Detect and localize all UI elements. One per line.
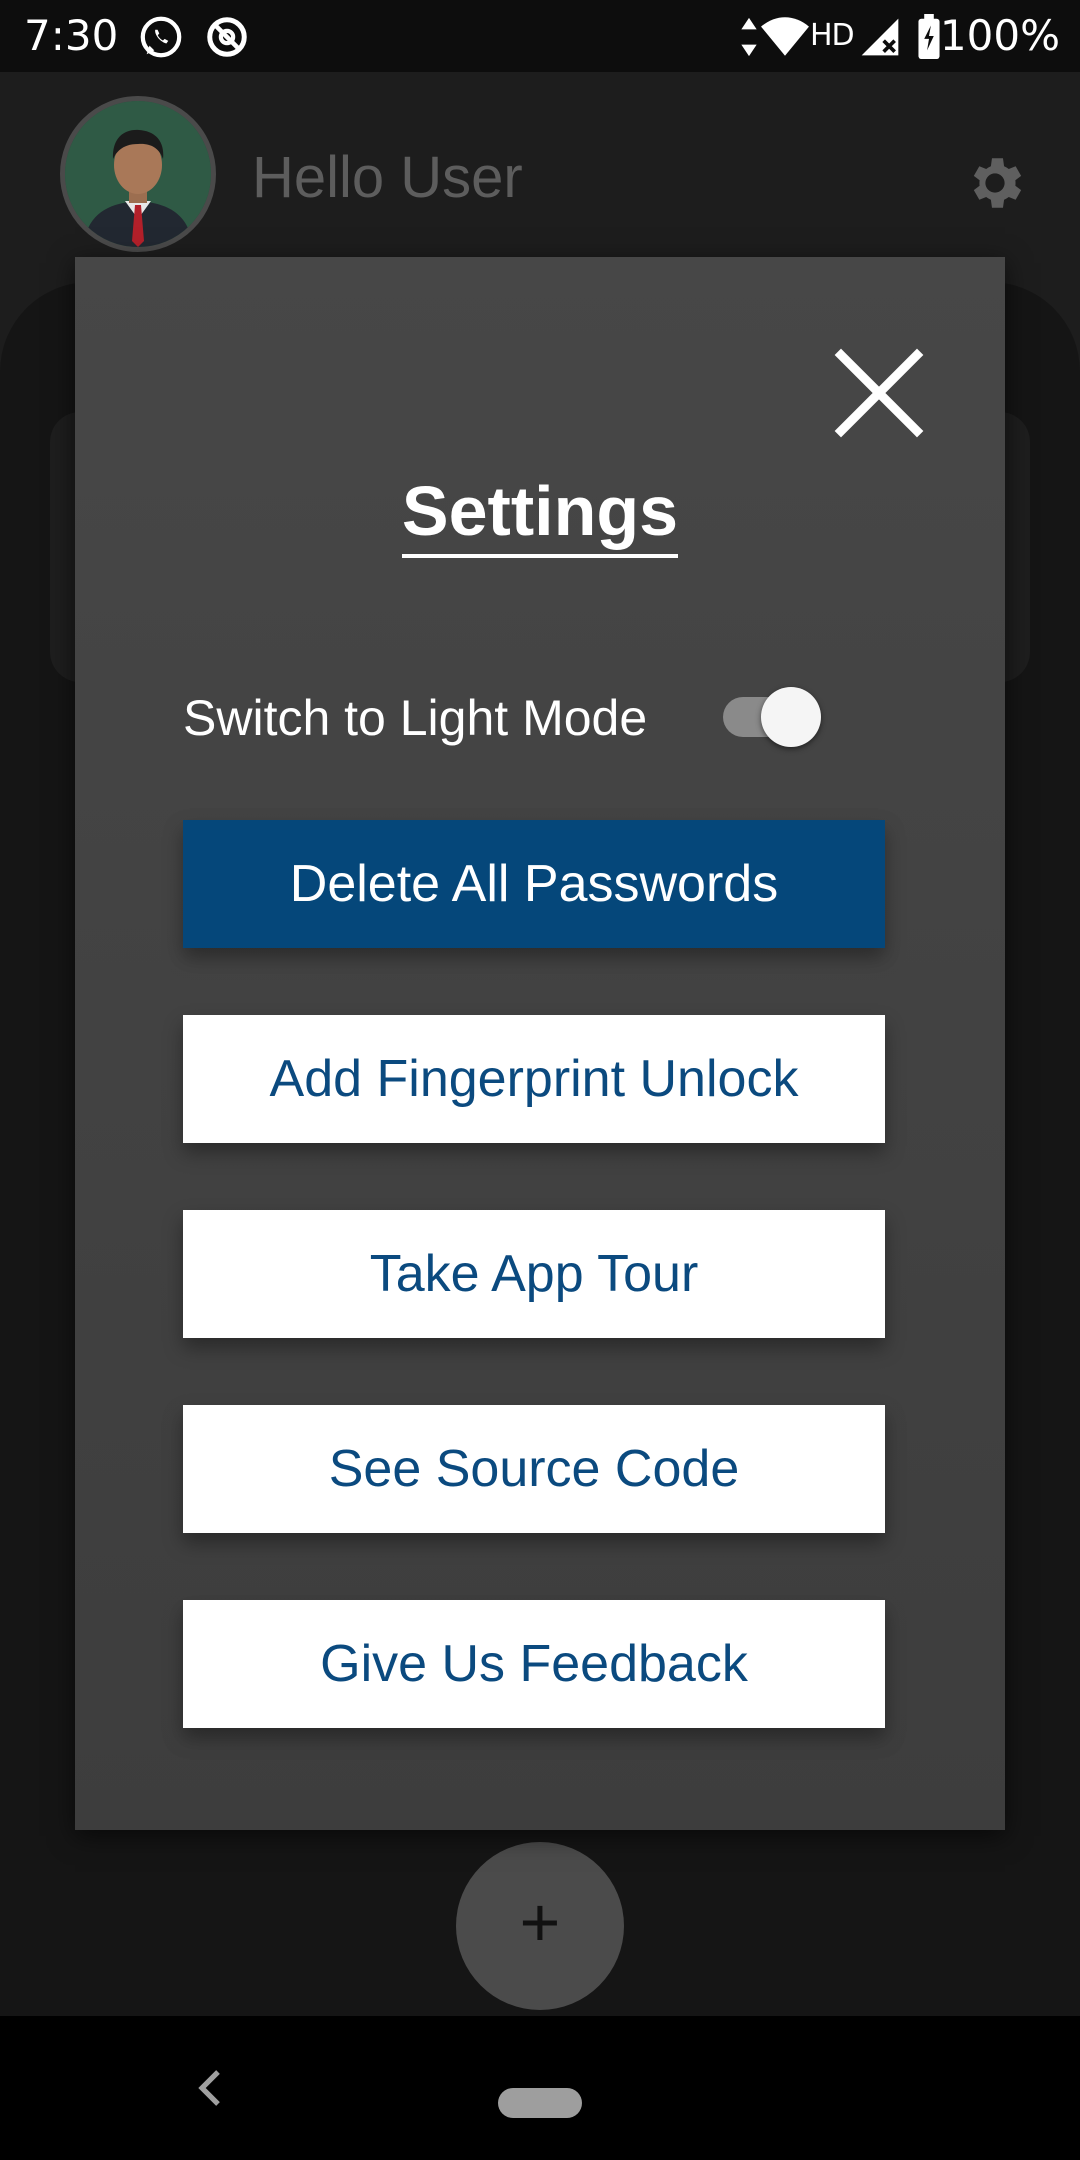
light-mode-row: Switch to Light Mode	[183, 677, 961, 757]
light-mode-label: Switch to Light Mode	[183, 690, 648, 746]
add-password-button[interactable]: +	[456, 1842, 624, 2010]
battery-charging-icon	[918, 14, 940, 60]
home-pill[interactable]	[498, 2088, 582, 2118]
toggle-thumb	[761, 687, 821, 747]
close-icon[interactable]	[833, 347, 925, 439]
modal-title: Settings	[75, 470, 1005, 558]
back-icon[interactable]	[190, 2066, 230, 2110]
data-saver-icon	[207, 17, 247, 57]
see-source-code-button[interactable]: See Source Code	[183, 1405, 885, 1533]
screen: 7:30 HD 100% Hello User + Settings Switc…	[0, 0, 1080, 2160]
give-us-feedback-button[interactable]: Give Us Feedback	[183, 1600, 885, 1728]
status-bar: 7:30 HD 100%	[0, 0, 1080, 72]
signal-icon	[861, 18, 899, 56]
wifi-icon	[761, 17, 809, 56]
light-mode-toggle[interactable]	[723, 687, 821, 747]
status-time: 7:30	[24, 11, 119, 60]
add-fingerprint-unlock-button[interactable]: Add Fingerprint Unlock	[183, 1015, 885, 1143]
avatar-person-icon	[65, 101, 211, 247]
battery-percentage: 100%	[939, 11, 1060, 60]
gear-icon[interactable]	[962, 150, 1028, 216]
delete-all-passwords-button[interactable]: Delete All Passwords	[183, 820, 885, 948]
greeting-text: Hello User	[252, 145, 523, 210]
user-avatar[interactable]	[60, 96, 216, 252]
navigation-bar	[0, 2016, 1080, 2160]
settings-modal: Settings Switch to Light Mode Delete All…	[75, 257, 1005, 1830]
network-type-label: HD	[810, 18, 855, 53]
settings-title-text: Settings	[401, 470, 679, 558]
take-app-tour-button[interactable]: Take App Tour	[183, 1210, 885, 1338]
header: Hello User	[0, 72, 1080, 272]
whatsapp-icon	[140, 16, 182, 58]
data-arrows-icon	[741, 17, 757, 57]
